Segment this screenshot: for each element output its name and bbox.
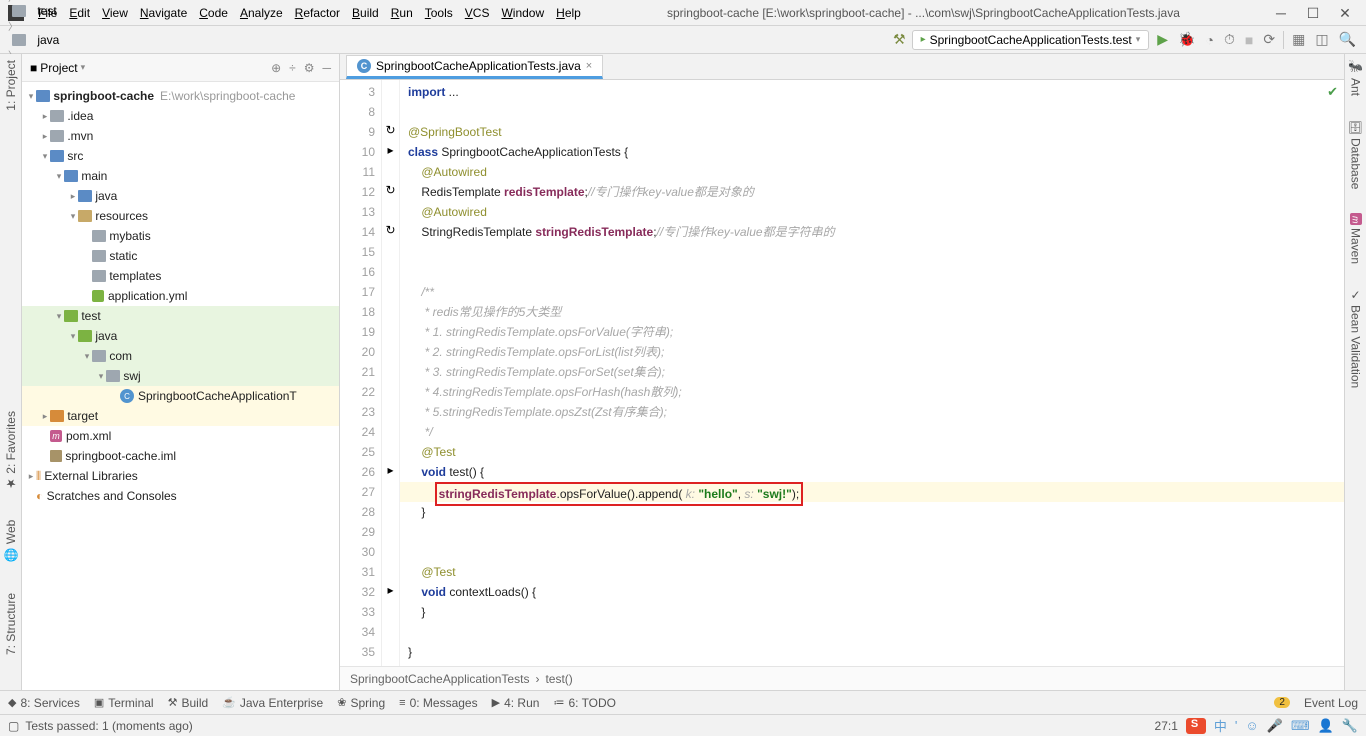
ime-punct-icon[interactable]: ' <box>1235 718 1237 733</box>
minimize-button[interactable]: ─ <box>1274 6 1288 20</box>
menu-window[interactable]: Window <box>495 3 550 23</box>
bt-services[interactable]: ◆ 8: Services <box>8 696 80 710</box>
run-config-selector[interactable]: ▸ SpringbootCacheApplicationTests.test ▾ <box>912 30 1150 50</box>
select-opened-icon[interactable]: ⊕ <box>271 61 281 75</box>
panel-title[interactable]: ■ Project ▾ <box>30 61 85 75</box>
code-area[interactable]: import ...@SpringBootTestclass Springboo… <box>400 80 1344 666</box>
tab-maven[interactable]: mMaven <box>1349 213 1363 264</box>
menu-run[interactable]: Run <box>385 3 419 23</box>
editor-tab[interactable]: C SpringbootCacheApplicationTests.java × <box>346 55 603 79</box>
menu-vcs[interactable]: VCS <box>459 3 496 23</box>
bt-todo[interactable]: ≔ 6: TODO <box>553 696 616 710</box>
ime-cn-icon[interactable]: 中 <box>1214 716 1227 735</box>
tab-structure[interactable]: 7: Structure <box>4 593 18 655</box>
run-button[interactable]: ▶ <box>1155 31 1170 48</box>
bt-build[interactable]: ⚒ Build <box>168 696 209 710</box>
collapse-icon[interactable]: ÷ <box>289 61 296 75</box>
tab-bean-validation[interactable]: ✓Bean Validation <box>1349 288 1363 388</box>
tab-web[interactable]: 🌐Web <box>4 520 18 562</box>
ime-mic-icon[interactable]: 🎤 <box>1267 718 1283 734</box>
layout-icon[interactable]: ▦ <box>1290 31 1307 48</box>
close-button[interactable]: ✕ <box>1338 6 1352 20</box>
ime-user-icon[interactable]: 👤 <box>1318 718 1334 734</box>
run-config-label: SpringbootCacheApplicationTests.test <box>930 33 1132 47</box>
status-bar: ▢ Tests passed: 1 (moments ago) 27:1 中 '… <box>0 714 1366 736</box>
menu-tools[interactable]: Tools <box>419 3 459 23</box>
editor-tabbar: C SpringbootCacheApplicationTests.java × <box>340 54 1344 80</box>
crumb-3[interactable]: java <box>8 33 221 47</box>
tab-favorites[interactable]: ★2: Favorites <box>4 411 18 491</box>
ime-emoji-icon[interactable]: ☺ <box>1245 718 1258 733</box>
tab-database[interactable]: 🗄Database <box>1349 120 1363 190</box>
editor-breadcrumb[interactable]: SpringbootCacheApplicationTests›test() <box>340 666 1344 690</box>
chevron-down-icon: ▾ <box>1136 34 1141 45</box>
bt-event-log[interactable]: Event Log <box>1304 696 1358 710</box>
update-button[interactable]: ⟳ <box>1261 31 1277 48</box>
coverage-button[interactable]: ◔ <box>1204 32 1216 48</box>
menu-analyze[interactable]: Analyze <box>234 3 289 23</box>
window-layout-icon[interactable]: ▢ <box>8 719 19 733</box>
bt-spring[interactable]: ❀ Spring <box>337 696 385 710</box>
editor-panel: C SpringbootCacheApplicationTests.java ×… <box>340 54 1344 690</box>
menu-build[interactable]: Build <box>346 3 385 23</box>
search-icon[interactable]: 🔍 <box>1337 31 1358 48</box>
tab-close-icon[interactable]: × <box>586 60 592 72</box>
window-title: springboot-cache [E:\work\springboot-cac… <box>587 6 1260 20</box>
stop-button[interactable]: ■ <box>1243 32 1255 48</box>
line-numbers: 3891011121314151617181920212223242526272… <box>340 80 382 666</box>
project-panel: ■ Project ▾ ⊕ ÷ ⚙ ─ ▾ springboot-cacheE:… <box>22 54 340 690</box>
class-icon: C <box>357 59 371 73</box>
bt-terminal[interactable]: ▣ Terminal <box>94 696 154 710</box>
right-tool-gutter: 🐜Ant 🗄Database mMaven ✓Bean Validation <box>1344 54 1366 690</box>
cursor-position: 27:1 <box>1155 719 1178 733</box>
left-tool-gutter: 1: Project ★2: Favorites 🌐Web 7: Structu… <box>0 54 22 690</box>
tab-ant[interactable]: 🐜Ant <box>1349 60 1363 96</box>
gear-icon[interactable]: ⚙ <box>304 61 315 75</box>
ime-keyboard-icon[interactable]: ⌨ <box>1291 718 1310 734</box>
project-tree[interactable]: ▾ springboot-cacheE:\work\springboot-cac… <box>22 82 339 690</box>
debug-button[interactable]: 🐞 <box>1176 31 1197 48</box>
layout-icon-2[interactable]: ◫ <box>1313 31 1330 48</box>
event-count-badge: 2 <box>1274 697 1290 708</box>
bt-run[interactable]: ▶ 4: Run <box>492 696 540 710</box>
sogou-ime-icon[interactable] <box>1186 718 1206 734</box>
tab-label: SpringbootCacheApplicationTests.java <box>376 59 581 73</box>
profile-button[interactable]: ⏱ <box>1222 31 1237 48</box>
menu-help[interactable]: Help <box>550 3 587 23</box>
editor-body[interactable]: ✔ 38910111213141516171819202122232425262… <box>340 80 1344 666</box>
gutter-marks[interactable]: ↻▸↻↻▸▸ <box>382 80 400 666</box>
bt-messages[interactable]: ≡ 0: Messages <box>399 696 477 710</box>
nav-bar: springboot-cache〉 src〉 test〉 java〉 com〉 … <box>0 26 1366 54</box>
tab-project[interactable]: 1: Project <box>4 60 18 111</box>
bottom-toolbar: ◆ 8: Services ▣ Terminal ⚒ Build ☕ Java … <box>0 690 1366 714</box>
bt-java-enterprise[interactable]: ☕ Java Enterprise <box>222 696 323 710</box>
crumb-2[interactable]: test <box>8 4 221 18</box>
hide-icon[interactable]: ─ <box>322 61 331 75</box>
run-arrow-icon: ▸ <box>921 34 926 45</box>
ime-tool-icon[interactable]: 🔧 <box>1342 718 1358 734</box>
maximize-button[interactable]: ☐ <box>1306 6 1320 20</box>
menu-refactor[interactable]: Refactor <box>289 3 346 23</box>
build-icon[interactable]: ⚒ <box>893 31 906 48</box>
status-text: Tests passed: 1 (moments ago) <box>25 719 192 733</box>
